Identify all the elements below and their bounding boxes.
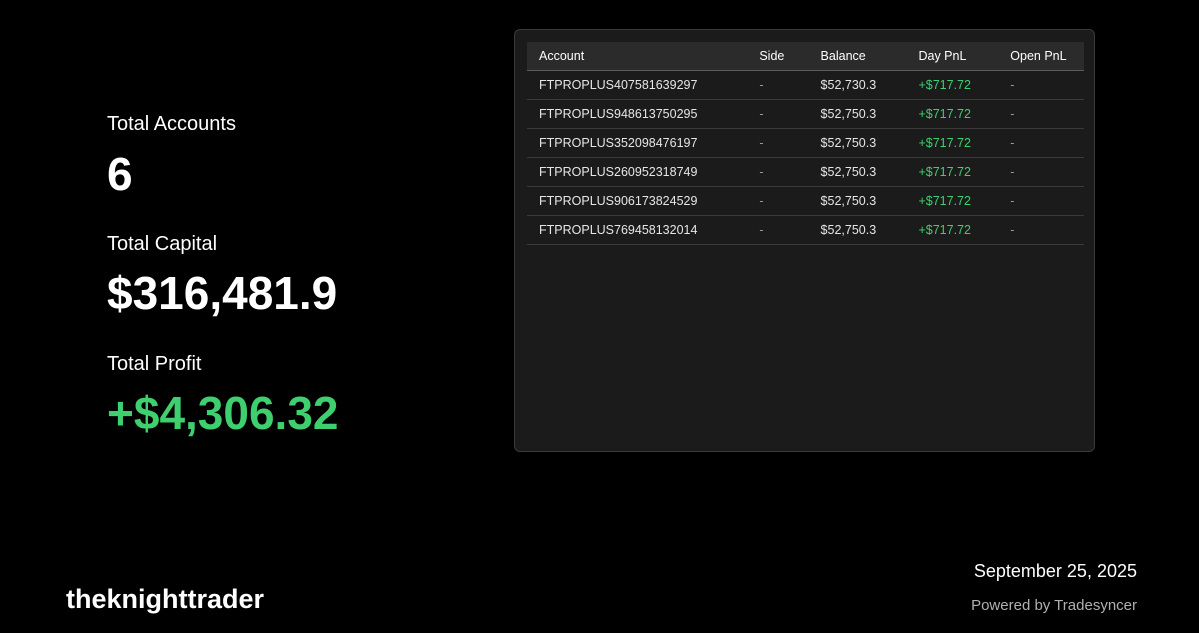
table-row[interactable]: FTPROPLUS260952318749 - $52,750.3 +$717.… bbox=[527, 157, 1084, 187]
cell-account: FTPROPLUS948613750295 bbox=[527, 99, 748, 129]
table-row[interactable]: FTPROPLUS906173824529 - $52,750.3 +$717.… bbox=[527, 186, 1084, 216]
cell-balance: $52,750.3 bbox=[808, 215, 907, 245]
cell-balance: $52,750.3 bbox=[808, 99, 907, 129]
cell-day-pnl: +$717.72 bbox=[906, 186, 999, 216]
powered-by-label: Powered by Tradesyncer bbox=[971, 597, 1137, 614]
table-header-row: Account Side Balance Day PnL Open PnL bbox=[527, 42, 1084, 71]
cell-day-pnl: +$717.72 bbox=[906, 157, 999, 187]
cell-side: - bbox=[747, 157, 809, 187]
cell-account: FTPROPLUS407581639297 bbox=[527, 70, 748, 100]
cell-side: - bbox=[747, 186, 809, 216]
cell-day-pnl: +$717.72 bbox=[906, 99, 999, 129]
cell-side: - bbox=[747, 215, 809, 245]
username-brand: theknighttrader bbox=[66, 584, 265, 614]
cell-side: - bbox=[747, 70, 809, 100]
cell-open-pnl: - bbox=[998, 157, 1084, 187]
total-profit-value: +$4,306.32 bbox=[107, 387, 339, 439]
total-capital-value: $316,481.9 bbox=[107, 267, 338, 319]
cell-open-pnl: - bbox=[998, 70, 1084, 100]
report-date: September 25, 2025 bbox=[973, 561, 1137, 581]
accounts-panel: Account Side Balance Day PnL Open PnL FT… bbox=[514, 29, 1095, 452]
table-row[interactable]: FTPROPLUS769458132014 - $52,750.3 +$717.… bbox=[527, 215, 1084, 245]
total-accounts-label: Total Accounts bbox=[107, 113, 236, 135]
cell-open-pnl: - bbox=[998, 128, 1084, 158]
column-header-side[interactable]: Side bbox=[747, 42, 809, 71]
cell-open-pnl: - bbox=[998, 215, 1084, 245]
total-profit-label: Total Profit bbox=[107, 353, 202, 375]
cell-side: - bbox=[747, 128, 809, 158]
cell-open-pnl: - bbox=[998, 99, 1084, 129]
table-row[interactable]: FTPROPLUS407581639297 - $52,730.3 +$717.… bbox=[527, 70, 1084, 100]
cell-balance: $52,750.3 bbox=[808, 157, 907, 187]
total-capital-label: Total Capital bbox=[107, 233, 218, 255]
cell-day-pnl: +$717.72 bbox=[906, 215, 999, 245]
accounts-table: Account Side Balance Day PnL Open PnL FT… bbox=[527, 42, 1084, 245]
column-header-day-pnl[interactable]: Day PnL bbox=[906, 42, 999, 71]
cell-balance: $52,750.3 bbox=[808, 186, 907, 216]
column-header-balance[interactable]: Balance bbox=[808, 42, 907, 71]
cell-balance: $52,750.3 bbox=[808, 128, 907, 158]
cell-side: - bbox=[747, 99, 809, 129]
table-row[interactable]: FTPROPLUS352098476197 - $52,750.3 +$717.… bbox=[527, 128, 1084, 158]
total-accounts-value: 6 bbox=[107, 148, 133, 200]
cell-open-pnl: - bbox=[998, 186, 1084, 216]
column-header-account[interactable]: Account bbox=[527, 42, 748, 71]
cell-account: FTPROPLUS769458132014 bbox=[527, 215, 748, 245]
cell-account: FTPROPLUS906173824529 bbox=[527, 186, 748, 216]
column-header-open-pnl[interactable]: Open PnL bbox=[998, 42, 1084, 71]
cell-account: FTPROPLUS352098476197 bbox=[527, 128, 748, 158]
cell-day-pnl: +$717.72 bbox=[906, 128, 999, 158]
cell-day-pnl: +$717.72 bbox=[906, 70, 999, 100]
cell-balance: $52,730.3 bbox=[808, 70, 907, 100]
cell-account: FTPROPLUS260952318749 bbox=[527, 157, 748, 187]
table-row[interactable]: FTPROPLUS948613750295 - $52,750.3 +$717.… bbox=[527, 99, 1084, 129]
